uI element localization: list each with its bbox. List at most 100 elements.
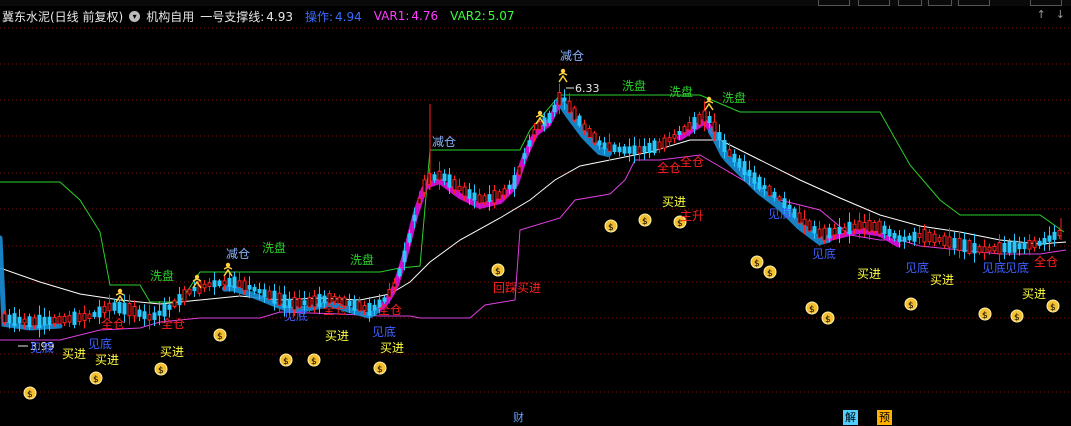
candle-body — [837, 226, 842, 235]
svg-text:$: $ — [1050, 303, 1056, 313]
candle-body — [272, 290, 277, 304]
buy-signal-label: 买进 — [930, 273, 954, 287]
candle-body — [707, 115, 712, 124]
money-bag-icon: $ — [279, 353, 293, 367]
candle-body — [57, 315, 62, 325]
candle-body — [452, 179, 457, 191]
candle-body — [282, 294, 287, 309]
finance-tag[interactable]: 财 — [511, 410, 526, 425]
candle-body — [242, 280, 247, 291]
support-line-readout: 一号支撑线: 4.93 — [200, 8, 299, 25]
candle-body — [702, 110, 707, 123]
candle-body — [122, 302, 127, 315]
candle-body — [437, 170, 442, 181]
candle-body — [642, 145, 647, 153]
var1-readout: VAR1: 4.76 — [374, 9, 444, 23]
candle-body — [222, 280, 227, 286]
forecast-tag[interactable]: 预 — [877, 410, 892, 425]
candle-body — [332, 296, 337, 302]
candle-body — [417, 197, 422, 205]
var2-label: VAR2: — [450, 9, 486, 23]
candle-body — [947, 236, 952, 248]
money-bag-icon: $ — [213, 328, 227, 342]
support-value: 4.93 — [266, 9, 293, 24]
full-position-label: 全仓 — [323, 302, 347, 317]
candle-body — [1022, 241, 1027, 250]
kline-chart-area[interactable]: $ $ $ $ $ $ $ $ $ $ $ $ $ $ $ $ $ $ $ 减仓 减仓 减仓 洗盘 洗盘 洗盘 洗盘 洗盘 洗盘 6.3… — [0, 0, 1071, 426]
candle-body — [367, 302, 372, 316]
full-position-label: 全仓 — [1034, 254, 1058, 269]
candle-body — [762, 185, 767, 190]
candle-body — [262, 289, 267, 298]
candle-body — [402, 250, 407, 263]
candle-body — [147, 313, 152, 321]
scroll-up-icon[interactable]: ↑ — [1037, 8, 1046, 21]
money-bag-icon: $ — [307, 353, 321, 367]
wash-label: 洗盘 — [722, 90, 746, 105]
candle-body — [777, 196, 782, 201]
candle-body — [592, 132, 597, 144]
candle-body — [17, 316, 22, 324]
candle-body — [597, 140, 602, 146]
candle-body — [422, 179, 427, 193]
candle-body — [557, 92, 562, 106]
candle-body — [302, 300, 307, 306]
candle-body — [47, 316, 52, 325]
money-bag-icon: $ — [750, 255, 764, 269]
candle-body — [957, 237, 962, 252]
candle-body — [1047, 235, 1052, 242]
candle-body — [67, 315, 72, 323]
candle-body — [587, 128, 592, 138]
candle-body — [502, 188, 507, 196]
candle-body — [442, 173, 447, 182]
runner-icon — [223, 262, 233, 277]
candle-body — [747, 169, 752, 177]
scroll-down-icon[interactable]: ↓ — [1056, 8, 1065, 21]
candle-body — [117, 301, 122, 314]
candle-body — [62, 315, 67, 324]
unlock-tag[interactable]: 解 — [843, 410, 858, 425]
candle-body — [227, 277, 232, 287]
money-bag-icon: $ — [978, 307, 992, 321]
menu-circle-icon[interactable]: ▾ — [129, 10, 141, 22]
candle-body — [407, 233, 412, 243]
indicator-name[interactable]: 机构自用 — [146, 8, 194, 25]
candle-body — [977, 246, 982, 253]
candle-body — [267, 290, 272, 300]
candle-body — [467, 189, 472, 199]
candle-body — [652, 140, 657, 154]
candle-body — [157, 310, 162, 316]
candle-body — [292, 297, 297, 311]
stock-title[interactable]: 冀东水泥(日线 前复权) — [2, 8, 123, 25]
candle-body — [942, 235, 947, 247]
candle-body — [362, 305, 367, 311]
candle-body — [312, 295, 317, 308]
price-chart: $$$$$ $$$$$ $$$$$$$ $$减仓减仓减仓洗盘洗盘洗盘洗盘 洗盘 洗盘6.3… — [0, 27, 1071, 400]
candle-body — [247, 284, 252, 290]
candle-body — [1007, 241, 1012, 253]
candle-body — [102, 305, 107, 314]
candle-body — [212, 280, 217, 288]
candlesticks — [2, 83, 1062, 338]
candle-body — [507, 184, 512, 190]
candle-body — [387, 288, 392, 298]
candle-body — [1002, 243, 1007, 253]
buy-signal-label: 买进 — [95, 353, 119, 367]
money-bag-icon: $ — [373, 361, 387, 375]
candle-body — [842, 227, 847, 232]
support-label: 一号支撑线: — [200, 9, 265, 24]
candle-body — [637, 146, 642, 154]
candle-body — [622, 146, 627, 154]
wash-label: 洗盘 — [150, 268, 174, 283]
candle-body — [107, 302, 112, 312]
candle-body — [567, 100, 572, 114]
wash-label: 洗盘 — [350, 252, 374, 267]
candle-body — [972, 243, 977, 254]
candle-body — [677, 130, 682, 136]
svg-text:$: $ — [1014, 313, 1020, 323]
candle-body — [932, 233, 937, 243]
candle-body — [887, 228, 892, 237]
candle-body — [807, 220, 812, 232]
candle-body — [552, 104, 557, 112]
candle-body — [237, 280, 242, 288]
